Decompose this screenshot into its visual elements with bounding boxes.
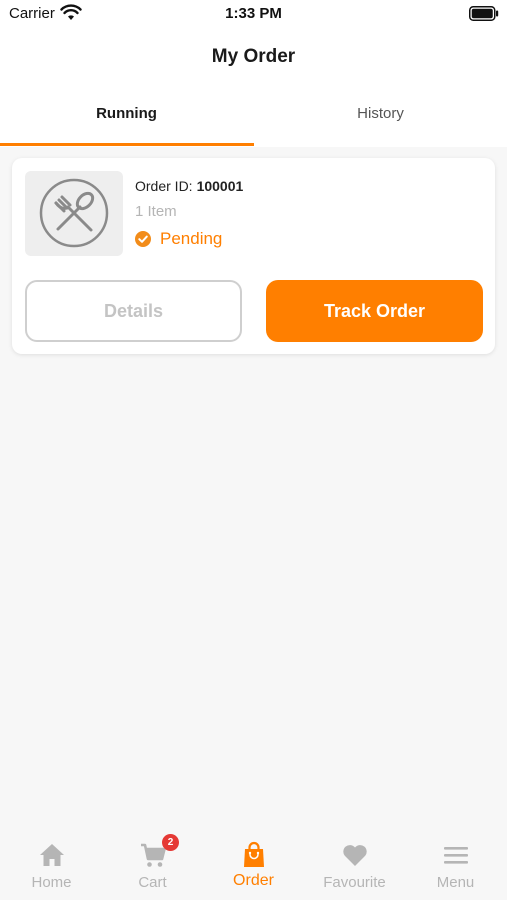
nav-favourite-label: Favourite [323,874,386,891]
fork-spoon-icon [39,178,109,248]
item-count: 1 Item [135,203,177,220]
nav-home-label: Home [31,874,72,891]
order-id-row: Order ID: 100001 [135,178,243,194]
nav-favourite[interactable]: Favourite [304,828,405,900]
status-label: Pending [160,229,223,248]
page-title: My Order [211,46,296,67]
order-id-label: Order ID: [135,178,193,194]
nav-cart-label: Cart [138,874,167,891]
heart-icon [343,845,367,866]
nav-home[interactable]: Home [1,828,102,900]
nav-cart[interactable]: 2 Cart [102,828,203,900]
active-tab-indicator [0,143,254,146]
menu-icon [444,847,468,864]
details-button[interactable]: Details [25,280,242,342]
nav-order-label: Order [233,872,274,889]
nav-order[interactable]: Order [203,828,304,900]
bag-icon [244,841,264,867]
status-time: 1:33 PM [225,5,282,22]
order-id-value: 100001 [196,178,244,194]
battery-icon [469,6,499,21]
tab-running[interactable]: Running [0,90,253,147]
header: My Order [0,30,507,90]
order-thumbnail [25,171,123,256]
track-order-button[interactable]: Track Order [266,280,483,342]
home-icon [40,844,64,866]
nav-menu-label: Menu [436,874,475,891]
nav-menu[interactable]: Menu [405,828,506,900]
check-circle-icon [135,231,151,247]
tab-history[interactable]: History [254,90,507,147]
order-tabs: Running History [0,90,507,147]
order-card: Order ID: 100001 1 Item Pending Details T… [12,158,495,354]
bottom-nav: Home 2 Cart Order Favourite Menu [0,828,507,900]
cart-badge: 2 [162,834,179,851]
my-order-screen: Carrier 1:33 PM My Order Running History [0,0,507,900]
status-bar: Carrier 1:33 PM [0,0,507,30]
